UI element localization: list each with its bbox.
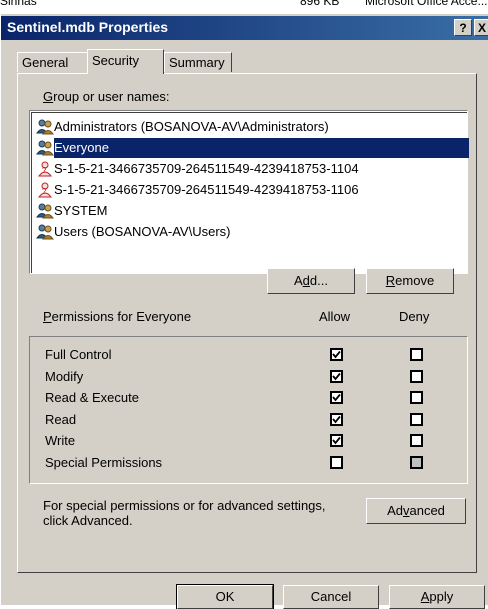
svg-text:?: ? bbox=[42, 187, 47, 196]
checkmark-icon bbox=[332, 393, 341, 402]
permission-name: Read & Execute bbox=[45, 390, 139, 405]
permissions-label: Permissions for Everyone bbox=[43, 309, 192, 324]
allow-checkbox[interactable] bbox=[330, 369, 343, 383]
list-item[interactable]: S-1-5-21-3466735709-264511549-4239418753… bbox=[54, 159, 359, 179]
allow-column-header: Allow bbox=[319, 309, 351, 324]
allow-checkbox[interactable] bbox=[330, 434, 343, 447]
group-icon bbox=[36, 118, 54, 136]
permission-name: Special Permissions bbox=[45, 454, 163, 470]
remove-button[interactable]: Remove bbox=[366, 268, 454, 294]
permission-name: Full Control bbox=[45, 347, 112, 362]
group-label: Group or user names: bbox=[43, 89, 170, 104]
help-button[interactable]: ? bbox=[454, 19, 472, 36]
deny-checkbox[interactable] bbox=[410, 434, 423, 447]
deny-checkbox[interactable] bbox=[410, 391, 423, 404]
checkmark-icon bbox=[332, 350, 341, 359]
unknown-user-icon: ? bbox=[36, 181, 54, 199]
permission-name: Modify bbox=[45, 368, 84, 384]
properties-dialog: Sentinel.mdb Properties ? X General Secu… bbox=[0, 14, 488, 609]
background-text: Sinhas bbox=[0, 0, 37, 8]
allow-checkbox[interactable] bbox=[330, 412, 343, 426]
allow-checkbox[interactable] bbox=[330, 455, 343, 469]
list-item[interactable]: Users (BOSANOVA-AV\Users) bbox=[54, 222, 230, 242]
group-icon bbox=[36, 223, 54, 241]
deny-checkbox[interactable] bbox=[410, 455, 423, 469]
deny-checkbox[interactable] bbox=[410, 348, 423, 361]
tab-general[interactable]: General bbox=[17, 52, 88, 72]
tab-summary[interactable]: Summary bbox=[164, 52, 232, 72]
close-button[interactable]: X bbox=[474, 19, 488, 36]
group-icon bbox=[36, 139, 54, 157]
checkmark-icon bbox=[332, 372, 341, 380]
deny-checkbox[interactable] bbox=[410, 369, 423, 383]
unknown-user-icon: ? bbox=[36, 160, 54, 178]
title-bar[interactable]: Sentinel.mdb Properties ? X bbox=[1, 16, 488, 40]
deny-column-header: Deny bbox=[399, 309, 430, 324]
ok-button[interactable]: OK bbox=[176, 584, 274, 609]
list-item[interactable]: S-1-5-21-3466735709-264511549-4239418753… bbox=[54, 180, 359, 200]
advanced-note: For special permissions or for advanced … bbox=[43, 498, 326, 528]
advanced-button[interactable]: Advanced bbox=[366, 498, 466, 524]
list-item[interactable]: Everyone bbox=[54, 138, 469, 158]
checkmark-icon bbox=[332, 436, 341, 445]
cancel-button[interactable]: Cancel bbox=[283, 585, 379, 609]
allow-checkbox[interactable] bbox=[330, 348, 343, 361]
apply-button[interactable]: Apply bbox=[389, 585, 485, 609]
permission-name: Read bbox=[45, 411, 77, 427]
list-item[interactable]: SYSTEM bbox=[54, 201, 107, 221]
background-text: Microsoft Office Acce... bbox=[365, 0, 488, 8]
svg-text:?: ? bbox=[42, 166, 47, 175]
list-item[interactable]: Administrators (BOSANOVA-AV\Administrato… bbox=[54, 117, 329, 137]
checkmark-icon bbox=[332, 415, 341, 423]
background-text: 896 KB bbox=[300, 0, 340, 8]
group-user-list[interactable]: Administrators (BOSANOVA-AV\Administrato… bbox=[29, 110, 469, 274]
tab-security[interactable]: Security bbox=[87, 49, 164, 74]
deny-checkbox[interactable] bbox=[410, 412, 423, 426]
add-button[interactable]: Add... bbox=[267, 268, 355, 294]
permission-name: Write bbox=[45, 433, 76, 448]
group-icon bbox=[36, 202, 54, 220]
allow-checkbox[interactable] bbox=[330, 391, 343, 404]
window-title: Sentinel.mdb Properties bbox=[7, 19, 169, 35]
